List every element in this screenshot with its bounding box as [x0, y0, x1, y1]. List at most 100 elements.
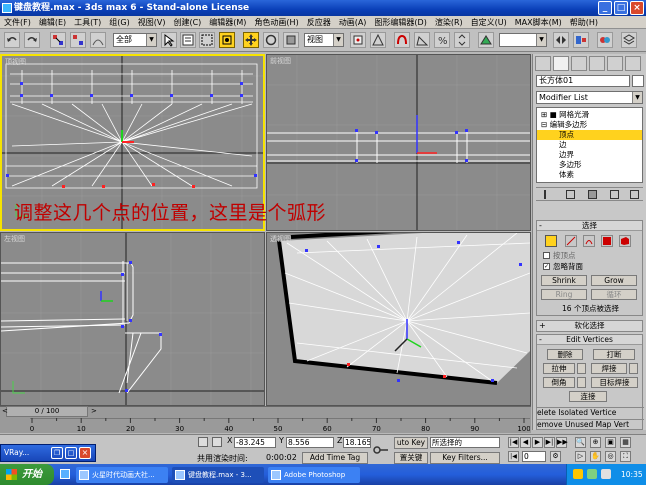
stack-item-polygon[interactable]: 多边形	[537, 160, 642, 170]
start-button[interactable]: 开始	[0, 464, 54, 485]
remove-button[interactable]: 删除	[547, 349, 583, 360]
close-button[interactable]: ×	[630, 1, 644, 15]
menu-customize[interactable]: 自定义(U)	[467, 16, 511, 29]
selection-rollout-header[interactable]: - 选择	[537, 221, 642, 231]
motion-tab-icon[interactable]	[589, 56, 605, 71]
connect-button[interactable]: 连接	[569, 391, 607, 402]
bind-spacewarp-icon[interactable]	[90, 32, 106, 48]
remove-isolated-button[interactable]: elete Isolated Vertice	[537, 407, 644, 418]
vray-minimized-window[interactable]: VRay... ❐ □ ×	[0, 444, 96, 462]
chamfer-button[interactable]: 倒角	[543, 377, 575, 388]
selection-region-icon[interactable]	[199, 32, 215, 48]
remove-unused-map-button[interactable]: emove Unused Map Vert	[537, 419, 644, 430]
key-icon[interactable]	[373, 445, 389, 455]
key-mode-dropdown[interactable]: 所选择的	[430, 437, 500, 448]
menu-graph-editors[interactable]: 图形编辑器(D)	[370, 16, 430, 29]
menu-help[interactable]: 帮助(H)	[566, 16, 602, 29]
taskbar-item-forum[interactable]: 火星时代动画大社...	[76, 467, 168, 483]
menu-animation[interactable]: 动画(A)	[335, 16, 371, 29]
maximize-viewport-icon[interactable]: ⛶	[620, 451, 631, 462]
menu-character[interactable]: 角色动画(H)	[250, 16, 302, 29]
extrude-settings-button[interactable]	[577, 363, 586, 374]
soft-selection-rollout[interactable]: + 软化选择	[536, 320, 643, 332]
zoom-extents-all-icon[interactable]: ▦	[620, 437, 631, 448]
current-frame-field[interactable]: 0	[522, 451, 546, 462]
z-coordinate-field[interactable]: 18.165	[343, 437, 371, 448]
menu-reactor[interactable]: 反应器	[303, 16, 335, 29]
goto-end-icon[interactable]: ▶▶	[556, 437, 568, 448]
menu-views[interactable]: 视图(V)	[134, 16, 170, 29]
viewport-perspective[interactable]: 透视图	[266, 232, 531, 406]
field-of-view-icon[interactable]: ▷	[575, 451, 586, 462]
next-frame-icon[interactable]: ▶|	[544, 437, 555, 448]
network-icon[interactable]	[587, 469, 597, 479]
edge-mode-icon[interactable]	[565, 235, 577, 247]
object-name-field[interactable]: 长方体01	[536, 75, 630, 87]
menu-edit[interactable]: 编辑(E)	[35, 16, 70, 29]
menu-create[interactable]: 创建(C)	[169, 16, 205, 29]
x-coordinate-field[interactable]: -83.245	[234, 437, 276, 448]
select-and-move-icon[interactable]	[243, 32, 259, 48]
zoom-icon[interactable]: 🔍	[575, 437, 586, 448]
lock-selection-icon[interactable]	[198, 437, 208, 447]
weld-button[interactable]: 焊接	[591, 363, 627, 374]
time-slider[interactable]: 0 / 100	[6, 406, 88, 417]
extrude-button[interactable]: 拉伸	[543, 363, 575, 374]
absolute-mode-icon[interactable]	[212, 437, 222, 447]
polygon-mode-icon[interactable]	[601, 235, 613, 247]
viewport-front-label[interactable]: 前视图	[270, 56, 291, 66]
add-time-tag-button[interactable]: Add Time Tag	[302, 452, 368, 464]
layer-manager-icon[interactable]	[621, 32, 637, 48]
material-editor-icon[interactable]	[597, 32, 613, 48]
y-coordinate-field[interactable]: 8.556	[286, 437, 334, 448]
weld-settings-button[interactable]	[629, 363, 638, 374]
menu-rendering[interactable]: 渲染(R)	[431, 16, 467, 29]
target-weld-button[interactable]: 目标焊接	[591, 377, 638, 388]
taskbar-item-3dsmax[interactable]: 键盘教程.max - 3...	[172, 467, 264, 483]
goto-start-icon[interactable]: |◀	[508, 437, 519, 448]
select-by-name-icon[interactable]	[180, 32, 196, 48]
time-config-icon[interactable]: ⚙	[550, 451, 561, 462]
auto-key-button[interactable]: uto Key	[394, 437, 428, 449]
vertex-mode-icon[interactable]	[545, 235, 557, 247]
pan-icon[interactable]: ✋	[590, 451, 601, 462]
stack-item-edit-poly[interactable]: ⊟ 编辑多边形	[537, 120, 642, 130]
prev-frame-icon[interactable]: ◀	[520, 437, 531, 448]
modify-tab-icon[interactable]	[553, 56, 569, 71]
unlink-icon[interactable]	[70, 32, 86, 48]
by-vertex-checkbox[interactable]	[543, 252, 550, 259]
stack-item-meshsmooth[interactable]: ⊞ ■ 网格光滑	[537, 110, 642, 120]
undo-icon[interactable]	[4, 32, 20, 48]
key-mode-toggle-icon[interactable]: |◀	[508, 451, 519, 462]
selection-filter-dropdown[interactable]: 全部 ▼	[113, 33, 157, 47]
play-icon[interactable]: ▶	[532, 437, 543, 448]
volume-icon[interactable]	[601, 469, 611, 479]
ignore-backface-checkbox[interactable]: ✓	[543, 263, 550, 270]
reference-coord-dropdown[interactable]: 视图 ▼	[304, 33, 344, 47]
select-manipulate-icon[interactable]	[370, 32, 386, 48]
named-selection-dropdown[interactable]: ▼	[499, 33, 547, 47]
viewport-top-label[interactable]: 顶视图	[5, 57, 26, 67]
select-and-rotate-icon[interactable]	[263, 32, 279, 48]
menu-group[interactable]: 组(G)	[105, 16, 133, 29]
zoom-extents-icon[interactable]: ▣	[605, 437, 616, 448]
grow-button[interactable]: Grow	[591, 275, 637, 286]
set-key-button[interactable]: 置关键	[394, 452, 428, 464]
quicklaunch-ie-icon[interactable]	[60, 469, 70, 479]
taskbar-item-photoshop[interactable]: Adobe Photoshop	[268, 467, 360, 483]
break-button[interactable]: 打断	[593, 349, 635, 360]
make-unique-icon[interactable]	[588, 190, 597, 199]
arc-rotate-icon[interactable]: ◎	[605, 451, 616, 462]
modifier-list-dropdown[interactable]: Modifier List ▼	[536, 91, 643, 104]
menu-tools[interactable]: 工具(T)	[70, 16, 105, 29]
minimize-button[interactable]: _	[598, 1, 612, 15]
border-mode-icon[interactable]	[583, 235, 595, 247]
angle-snap-icon[interactable]	[414, 32, 430, 48]
ring-button[interactable]: Ring	[541, 289, 587, 300]
edit-vertices-header[interactable]: - Edit Vertices	[537, 335, 642, 345]
snap-toggle-icon[interactable]	[394, 32, 410, 48]
pivot-center-icon[interactable]	[350, 32, 366, 48]
mirror-icon[interactable]	[553, 32, 569, 48]
ime-icon[interactable]	[573, 469, 583, 479]
pin-stack-icon[interactable]	[544, 190, 553, 199]
